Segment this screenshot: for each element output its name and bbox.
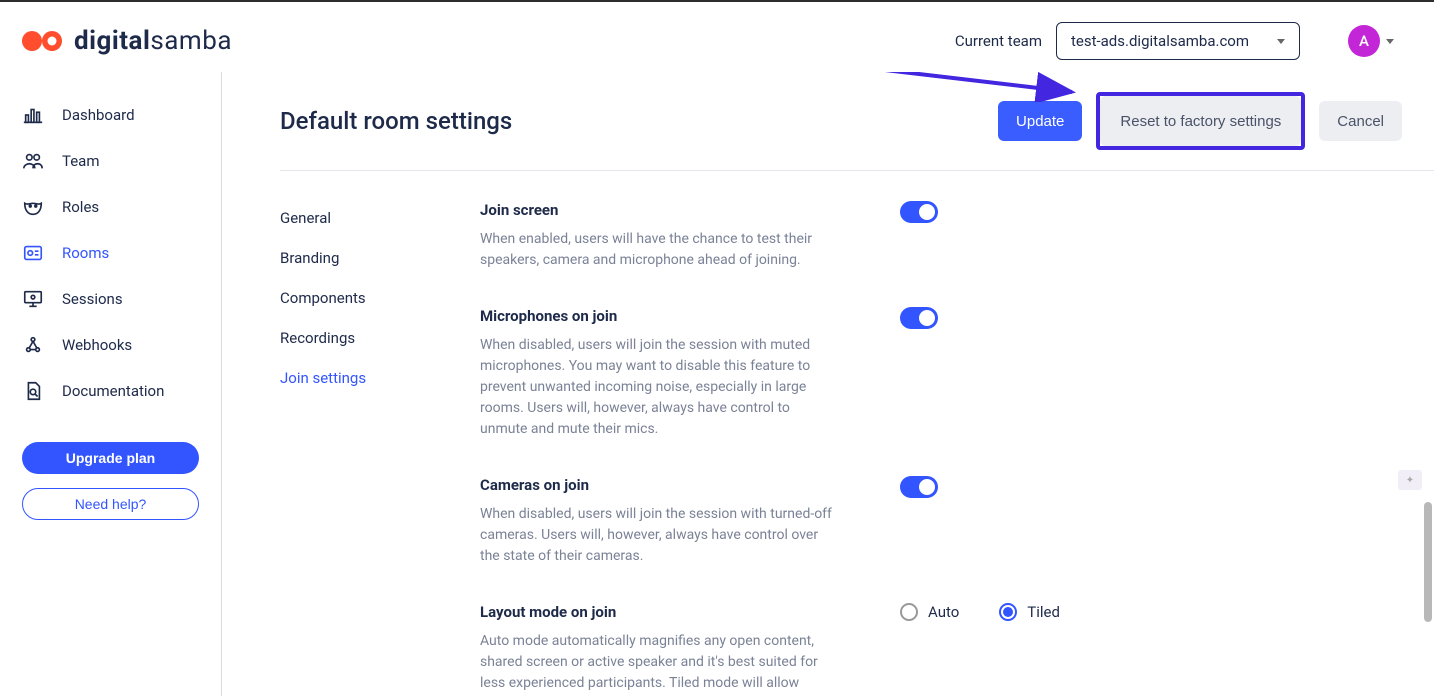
sidebar-item-label: Documentation bbox=[62, 382, 164, 400]
subnav-branding[interactable]: Branding bbox=[280, 249, 420, 267]
setting-desc: When disabled, users will join the sessi… bbox=[480, 504, 840, 567]
logo[interactable]: digitalsamba bbox=[22, 26, 232, 56]
sidebar-item-label: Roles bbox=[62, 198, 99, 216]
topbar: digitalsamba Current team test-ads.digit… bbox=[0, 2, 1434, 72]
sidebar-item-dashboard[interactable]: Dashboard bbox=[22, 92, 221, 138]
setting-join-screen: Join screen When enabled, users will hav… bbox=[480, 201, 1260, 271]
setting-cameras-on-join: Cameras on join When disabled, users wil… bbox=[480, 476, 1260, 567]
toggle-join-screen[interactable] bbox=[900, 201, 938, 223]
page-title: Default room settings bbox=[280, 107, 512, 135]
setting-desc: When disabled, users will join the sessi… bbox=[480, 335, 840, 440]
mask-icon bbox=[22, 196, 44, 218]
need-help-button[interactable]: Need help? bbox=[22, 488, 199, 520]
sidebar-item-roles[interactable]: Roles bbox=[22, 184, 221, 230]
sidebar-item-label: Team bbox=[62, 152, 100, 170]
team-select[interactable]: test-ads.digitalsamba.com bbox=[1056, 22, 1300, 60]
support-widget-icon[interactable]: ✦ bbox=[1398, 470, 1422, 490]
annotation-highlight-box: Reset to factory settings bbox=[1096, 92, 1305, 150]
radio-label: Tiled bbox=[1027, 603, 1060, 621]
page-header: Default room settings Update Reset to fa… bbox=[280, 92, 1434, 171]
subnav-join-settings[interactable]: Join settings bbox=[280, 369, 420, 387]
setting-desc: Auto mode automatically magnifies any op… bbox=[480, 631, 840, 696]
radio-auto[interactable]: Auto bbox=[900, 603, 959, 621]
user-menu[interactable]: A bbox=[1348, 25, 1394, 57]
sidebar-item-documentation[interactable]: Documentation bbox=[22, 368, 221, 414]
team-label: Current team bbox=[955, 32, 1042, 50]
setting-title: Microphones on join bbox=[480, 307, 840, 325]
scrollbar[interactable] bbox=[1424, 502, 1432, 622]
sidebar-item-label: Sessions bbox=[62, 290, 123, 308]
setting-title: Layout mode on join bbox=[480, 603, 840, 621]
sidebar: Dashboard Team Roles Rooms Sessions bbox=[0, 72, 222, 696]
bar-chart-icon bbox=[22, 104, 44, 126]
team-select-value: test-ads.digitalsamba.com bbox=[1071, 32, 1249, 50]
badge-icon bbox=[22, 242, 44, 264]
chevron-down-icon bbox=[1277, 39, 1285, 44]
reset-to-factory-button[interactable]: Reset to factory settings bbox=[1100, 96, 1301, 146]
setting-title: Cameras on join bbox=[480, 476, 840, 494]
radio-label: Auto bbox=[928, 603, 959, 621]
subnav-components[interactable]: Components bbox=[280, 289, 420, 307]
radio-tiled[interactable]: Tiled bbox=[999, 603, 1060, 621]
chevron-down-icon bbox=[1386, 39, 1394, 44]
avatar: A bbox=[1348, 25, 1380, 57]
sidebar-item-team[interactable]: Team bbox=[22, 138, 221, 184]
cancel-button[interactable]: Cancel bbox=[1319, 101, 1402, 141]
setting-desc: When enabled, users will have the chance… bbox=[480, 229, 840, 271]
sidebar-item-label: Webhooks bbox=[62, 336, 132, 354]
settings-list: Join screen When enabled, users will hav… bbox=[480, 201, 1260, 696]
setting-microphones-on-join: Microphones on join When disabled, users… bbox=[480, 307, 1260, 440]
sidebar-item-rooms[interactable]: Rooms bbox=[22, 230, 221, 276]
sidebar-item-label: Dashboard bbox=[62, 106, 135, 124]
subnav-general[interactable]: General bbox=[280, 209, 420, 227]
setting-layout-mode: Layout mode on join Auto mode automatica… bbox=[480, 603, 1260, 696]
logo-text: digitalsamba bbox=[74, 26, 232, 56]
sidebar-item-label: Rooms bbox=[62, 244, 109, 262]
users-icon bbox=[22, 150, 44, 172]
toggle-microphones[interactable] bbox=[900, 307, 938, 329]
main-content: Default room settings Update Reset to fa… bbox=[222, 72, 1434, 696]
radio-group-layout-mode: Auto Tiled bbox=[900, 603, 1060, 621]
document-search-icon bbox=[22, 380, 44, 402]
toggle-cameras[interactable] bbox=[900, 476, 938, 498]
sidebar-item-webhooks[interactable]: Webhooks bbox=[22, 322, 221, 368]
settings-subnav: General Branding Components Recordings J… bbox=[280, 201, 420, 696]
presentation-icon bbox=[22, 288, 44, 310]
upgrade-plan-button[interactable]: Upgrade plan bbox=[22, 442, 199, 474]
subnav-recordings[interactable]: Recordings bbox=[280, 329, 420, 347]
setting-title: Join screen bbox=[480, 201, 840, 219]
sidebar-item-sessions[interactable]: Sessions bbox=[22, 276, 221, 322]
webhook-icon bbox=[22, 334, 44, 356]
update-button[interactable]: Update bbox=[998, 101, 1082, 141]
logo-mark-icon bbox=[22, 29, 66, 53]
